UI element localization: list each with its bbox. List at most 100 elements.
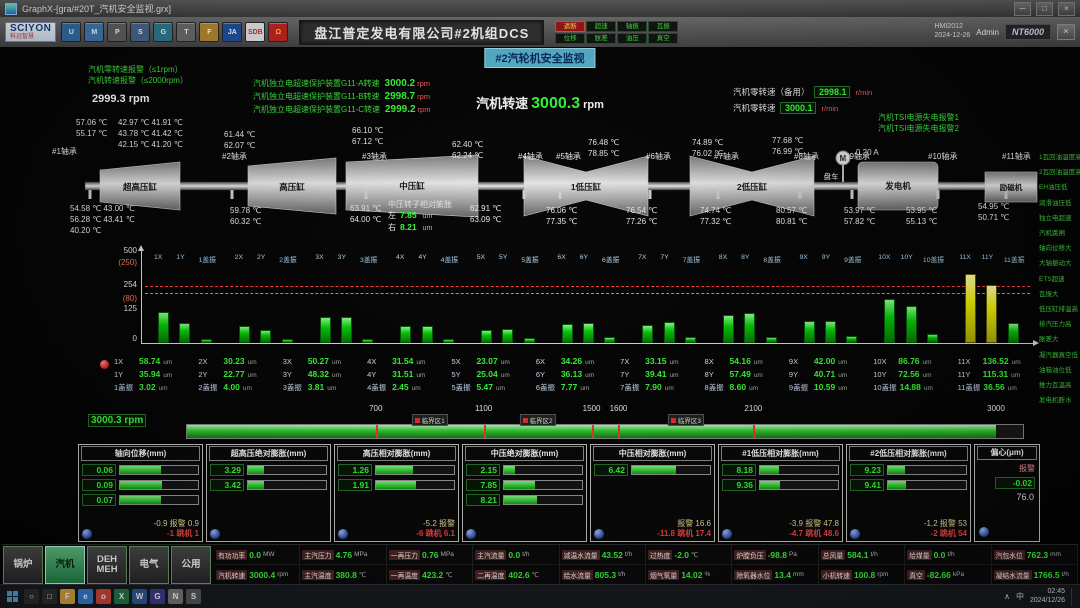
- vibration-bar: [664, 322, 675, 343]
- turbine-shaft-diagram: M 超高压缸 高压缸 中压缸 1低压缸 2低压缸 发电机 励磁机 盘车 0.20…: [0, 116, 1080, 242]
- vibration-group: 8X8Y8盖振: [712, 254, 788, 343]
- show-desktop-button[interactable]: [1071, 588, 1075, 606]
- folder-icon[interactable]: F: [199, 22, 219, 42]
- vibration-readings: 1X58.74um1Y35.94um1盖振3.02um2X30.23um2Y22…: [112, 356, 1040, 395]
- vibration-reading-unit: um: [501, 359, 510, 366]
- minimize-button[interactable]: ─: [1014, 2, 1031, 16]
- vibration-bar: [341, 317, 352, 343]
- user-icon[interactable]: U: [61, 22, 81, 42]
- nav-common[interactable]: 公用: [171, 546, 211, 584]
- measurement-label: 主汽温度: [302, 570, 333, 580]
- vibration-reading-value: 57.49: [730, 369, 751, 379]
- measure-bar: [887, 465, 967, 475]
- edge-icon[interactable]: e: [78, 589, 93, 604]
- vibration-reading-unit: um: [580, 385, 589, 392]
- vibration-bar: [583, 323, 594, 343]
- critical-zone-chip: 临界区1: [412, 414, 448, 426]
- graphx-icon[interactable]: G: [150, 589, 165, 604]
- vibration-group: 10X10Y10盖振: [873, 254, 949, 343]
- vibration-reading-unit: um: [754, 359, 763, 366]
- nav-boiler[interactable]: 锅炉: [3, 546, 43, 584]
- bearing-temps-top: 74.89 ℃76.02 ℃: [692, 138, 723, 160]
- start-button[interactable]: [5, 589, 20, 604]
- search-icon[interactable]: ○: [24, 589, 39, 604]
- nav-electrical[interactable]: 电气: [129, 546, 169, 584]
- vibration-bar: [986, 285, 997, 343]
- measurement-value: 1766.5: [1034, 570, 1060, 580]
- clock[interactable]: 02:45 2024/12/26: [1030, 588, 1065, 606]
- measure-bar-fill: [504, 481, 535, 489]
- ip-rotor-value: 8.21: [400, 222, 417, 233]
- alarm-list-item: 凝汽器真空低: [1039, 348, 1079, 363]
- temp-value: 76.02 ℃: [692, 149, 723, 160]
- expansion-panel: 中压绝对膨胀(mm)2.157.858.21: [462, 444, 587, 542]
- vibration-group: 1X1Y1盖振: [147, 254, 223, 343]
- notepad-icon[interactable]: N: [168, 589, 183, 604]
- monitor-icon[interactable]: M: [84, 22, 104, 42]
- vibration-reading-unit: um: [1011, 372, 1020, 379]
- vibration-reading: 6盖振7.77um: [536, 382, 618, 395]
- close-button[interactable]: ×: [1058, 2, 1075, 16]
- excel-icon[interactable]: X: [114, 589, 129, 604]
- speed-band-current: 3000.3 rpm: [88, 414, 146, 427]
- nav-turbine[interactable]: 汽机: [45, 546, 85, 584]
- measure-bar: [247, 480, 327, 490]
- save-icon[interactable]: S: [130, 22, 150, 42]
- measurement-unit: mm: [1050, 551, 1061, 558]
- vibration-reading-label: 1X: [114, 357, 136, 366]
- vibration-bar: [884, 299, 895, 343]
- temp-value: 62.91 ℃: [470, 204, 501, 215]
- vibration-reading-label: 5盖振: [451, 382, 473, 393]
- vibration-group-bars: [550, 264, 626, 343]
- measure-row: 2.15: [466, 464, 583, 476]
- print-icon[interactable]: P: [107, 22, 127, 42]
- language-indicator[interactable]: 中: [1016, 591, 1024, 602]
- settings-icon[interactable]: S: [186, 589, 201, 604]
- nav-deh-meh[interactable]: DEHMEH: [87, 546, 127, 584]
- chrome-icon[interactable]: o: [96, 589, 111, 604]
- vibration-label: 5Y: [499, 254, 507, 264]
- measurement-label: 烟气氧量: [648, 570, 679, 580]
- status-cell: 瓦振: [648, 21, 678, 32]
- measure-row: 7.85: [466, 479, 583, 491]
- alarm-list-item: 推力瓦温高: [1039, 378, 1079, 393]
- measurement-label: 除氧器水位: [734, 570, 772, 580]
- sciyon-logo: SCIYON 科远智慧: [5, 22, 56, 42]
- eccentricity-alarm-label: 报警: [975, 461, 1039, 474]
- measurement-cell: 汽包水位762.3mm: [992, 545, 1078, 565]
- panel-limits: 报警 16.6-11.8 跳机 17.4: [607, 519, 711, 539]
- alarm-bell-icon[interactable]: Ω: [268, 22, 288, 42]
- alarm-limits: -5.2 报警: [351, 519, 455, 529]
- temp-value: 50.71 ℃: [978, 213, 1009, 224]
- bearing-temps-bottom: 53.95 ℃55.13 ℃: [906, 206, 937, 228]
- vibration-reading: 3盖振3.81um: [283, 382, 365, 395]
- measure-value: 2.15: [466, 464, 500, 476]
- critical-speed-mark: [592, 425, 594, 438]
- measure-row: 9.36: [722, 479, 839, 491]
- vibration-label: 1Y: [176, 254, 184, 264]
- explorer-icon[interactable]: F: [60, 589, 75, 604]
- phone-icon[interactable]: T: [176, 22, 196, 42]
- sdb-logo[interactable]: SDB: [245, 22, 265, 42]
- measurement-unit: t/h: [618, 571, 625, 578]
- vibration-reading: 9X42.00um: [789, 356, 871, 369]
- process-measurements-grid: 有功功率0.0MW汽机转速3000.4rpm主汽压力4.76MPa主汽温度380…: [214, 545, 1078, 585]
- ja-logo[interactable]: JA: [222, 22, 242, 42]
- taskview-icon[interactable]: □: [42, 589, 57, 604]
- hp-cylinder-label: 高压缸: [279, 182, 305, 192]
- globe-icon[interactable]: G: [153, 22, 173, 42]
- vibration-readings-column: 4X31.54um4Y31.51um4盖振2.45um: [365, 356, 449, 395]
- speed-alarm-setting: 汽机零转速报警（≤1rpm）: [88, 64, 188, 75]
- temp-value: 54.58 ℃ 43.00 ℃: [70, 204, 135, 215]
- tray-up-icon[interactable]: ∧: [1004, 592, 1010, 601]
- alarm-list-item: 排汽压力高: [1039, 317, 1079, 332]
- speed-alarm-setting: 汽机转速报警（≤2000rpm）: [88, 75, 188, 86]
- measurement-cell: 二再温度402.6℃: [473, 565, 559, 585]
- toolbar-close-button[interactable]: ×: [1057, 24, 1075, 40]
- vibration-group-labels: 8X8Y8盖振: [712, 254, 788, 264]
- y-axis-tick: 0: [97, 334, 137, 343]
- word-icon[interactable]: W: [132, 589, 147, 604]
- panel-limits: -0.9 报警 0.9-1 跳机 1: [95, 519, 199, 539]
- maximize-button[interactable]: □: [1036, 2, 1053, 16]
- measure-row: 1.91: [338, 479, 455, 491]
